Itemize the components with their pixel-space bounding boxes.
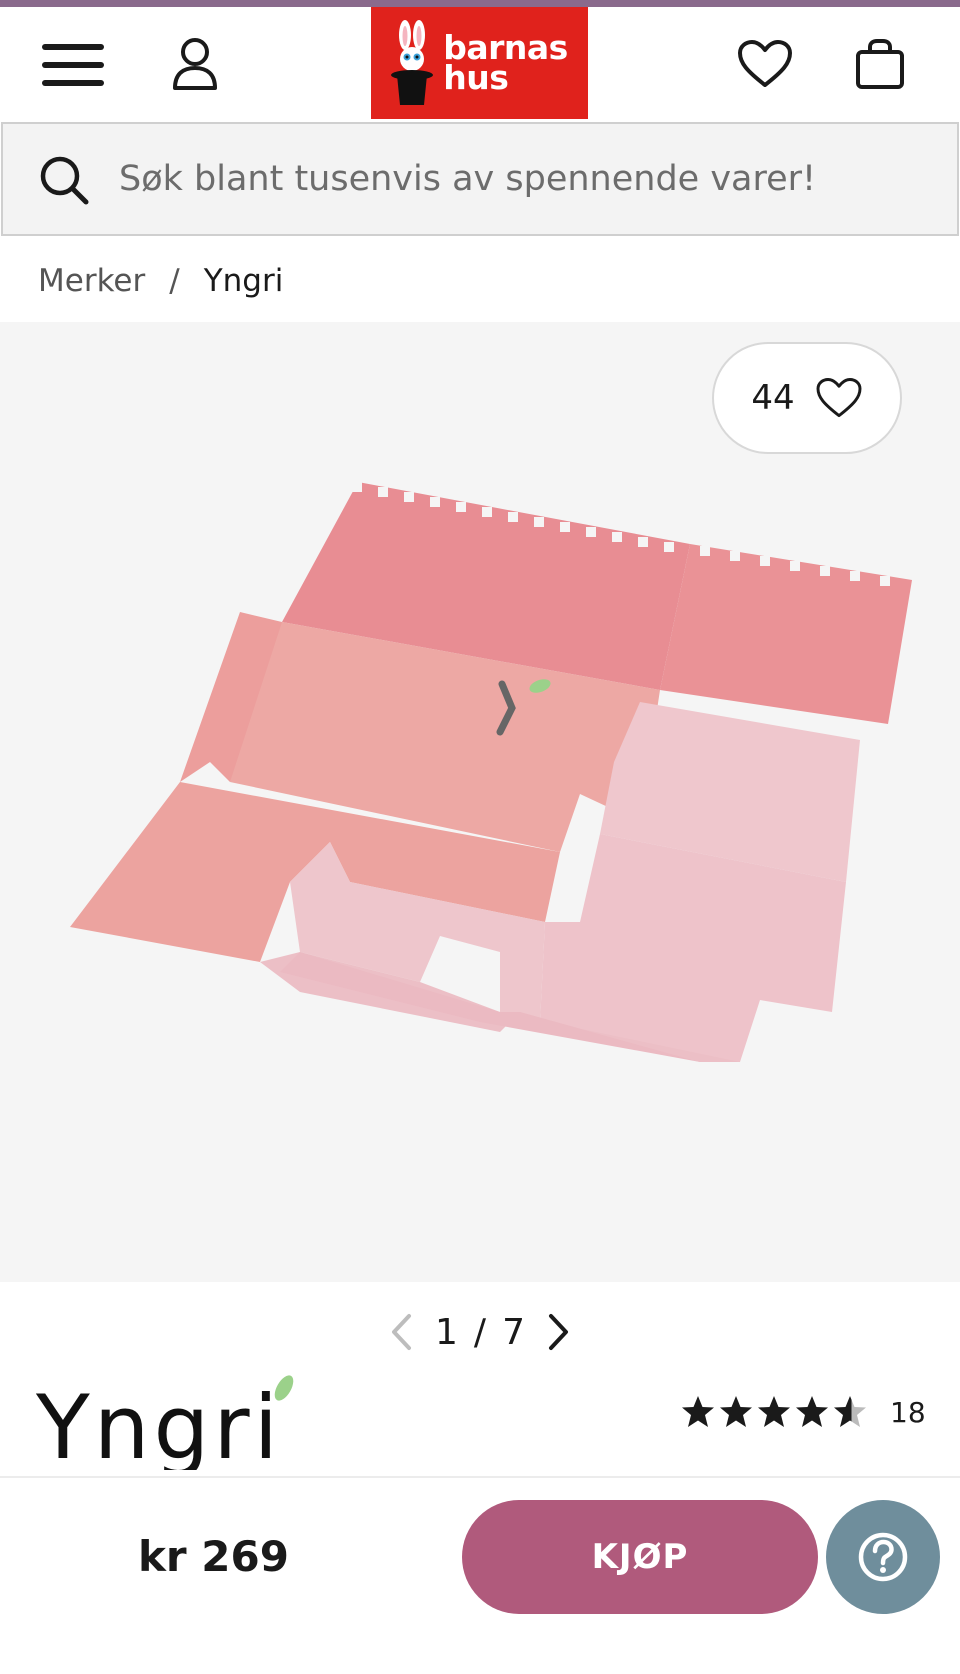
heart-icon <box>816 378 862 418</box>
product-image-gallery[interactable]: 44 <box>0 322 960 1282</box>
search-input[interactable] <box>119 154 919 204</box>
favorite-count: 44 <box>751 378 795 418</box>
previous-image-button[interactable] <box>383 1305 419 1359</box>
pager-separator: / <box>473 1311 487 1353</box>
menu-button[interactable] <box>38 35 108 95</box>
breadcrumb-separator: / <box>169 263 180 299</box>
brand-logo[interactable]: Yngri <box>36 1370 296 1470</box>
site-header: barnas hus <box>0 7 960 119</box>
product-price: kr 269 <box>138 1532 289 1581</box>
favorites-button[interactable] <box>730 29 800 99</box>
breadcrumb: Merker / Yngri <box>38 258 283 304</box>
site-logo[interactable]: barnas hus <box>371 7 588 119</box>
favorite-count-button[interactable]: 44 <box>712 342 902 454</box>
chevron-left-icon <box>392 1314 412 1350</box>
chevron-right-icon <box>548 1314 568 1350</box>
image-pager: 1 / 7 <box>380 1305 580 1359</box>
logo-wordmark: barnas hus <box>443 31 568 97</box>
help-button[interactable] <box>826 1500 940 1614</box>
user-icon <box>173 38 217 90</box>
account-button[interactable] <box>165 29 225 99</box>
breadcrumb-link-merker[interactable]: Merker <box>38 263 145 299</box>
search-icon[interactable] <box>36 152 92 208</box>
review-count: 18 <box>890 1395 926 1429</box>
pager-total: 7 <box>502 1311 525 1353</box>
pager-current: 1 <box>435 1311 458 1353</box>
brand-logo-text: Yngri <box>36 1376 282 1470</box>
help-icon <box>858 1532 908 1582</box>
star-rating-icons <box>682 1396 866 1427</box>
top-accent-stripe <box>0 0 960 7</box>
breadcrumb-current: Yngri <box>203 263 284 299</box>
menu-icon <box>42 44 104 86</box>
product-image <box>70 482 912 1062</box>
cart-button[interactable] <box>845 29 915 99</box>
rabbit-hat-logo-icon <box>391 20 434 105</box>
product-rating[interactable]: 18 <box>680 1390 926 1434</box>
logo-line-2: hus <box>443 58 509 97</box>
search-bar <box>1 122 959 236</box>
buy-button[interactable]: KJØP <box>462 1500 818 1614</box>
heart-icon <box>738 40 792 87</box>
next-image-button[interactable] <box>541 1305 577 1359</box>
purchase-bar: kr 269 KJØP <box>0 1476 960 1674</box>
shopping-bag-icon <box>856 39 904 89</box>
